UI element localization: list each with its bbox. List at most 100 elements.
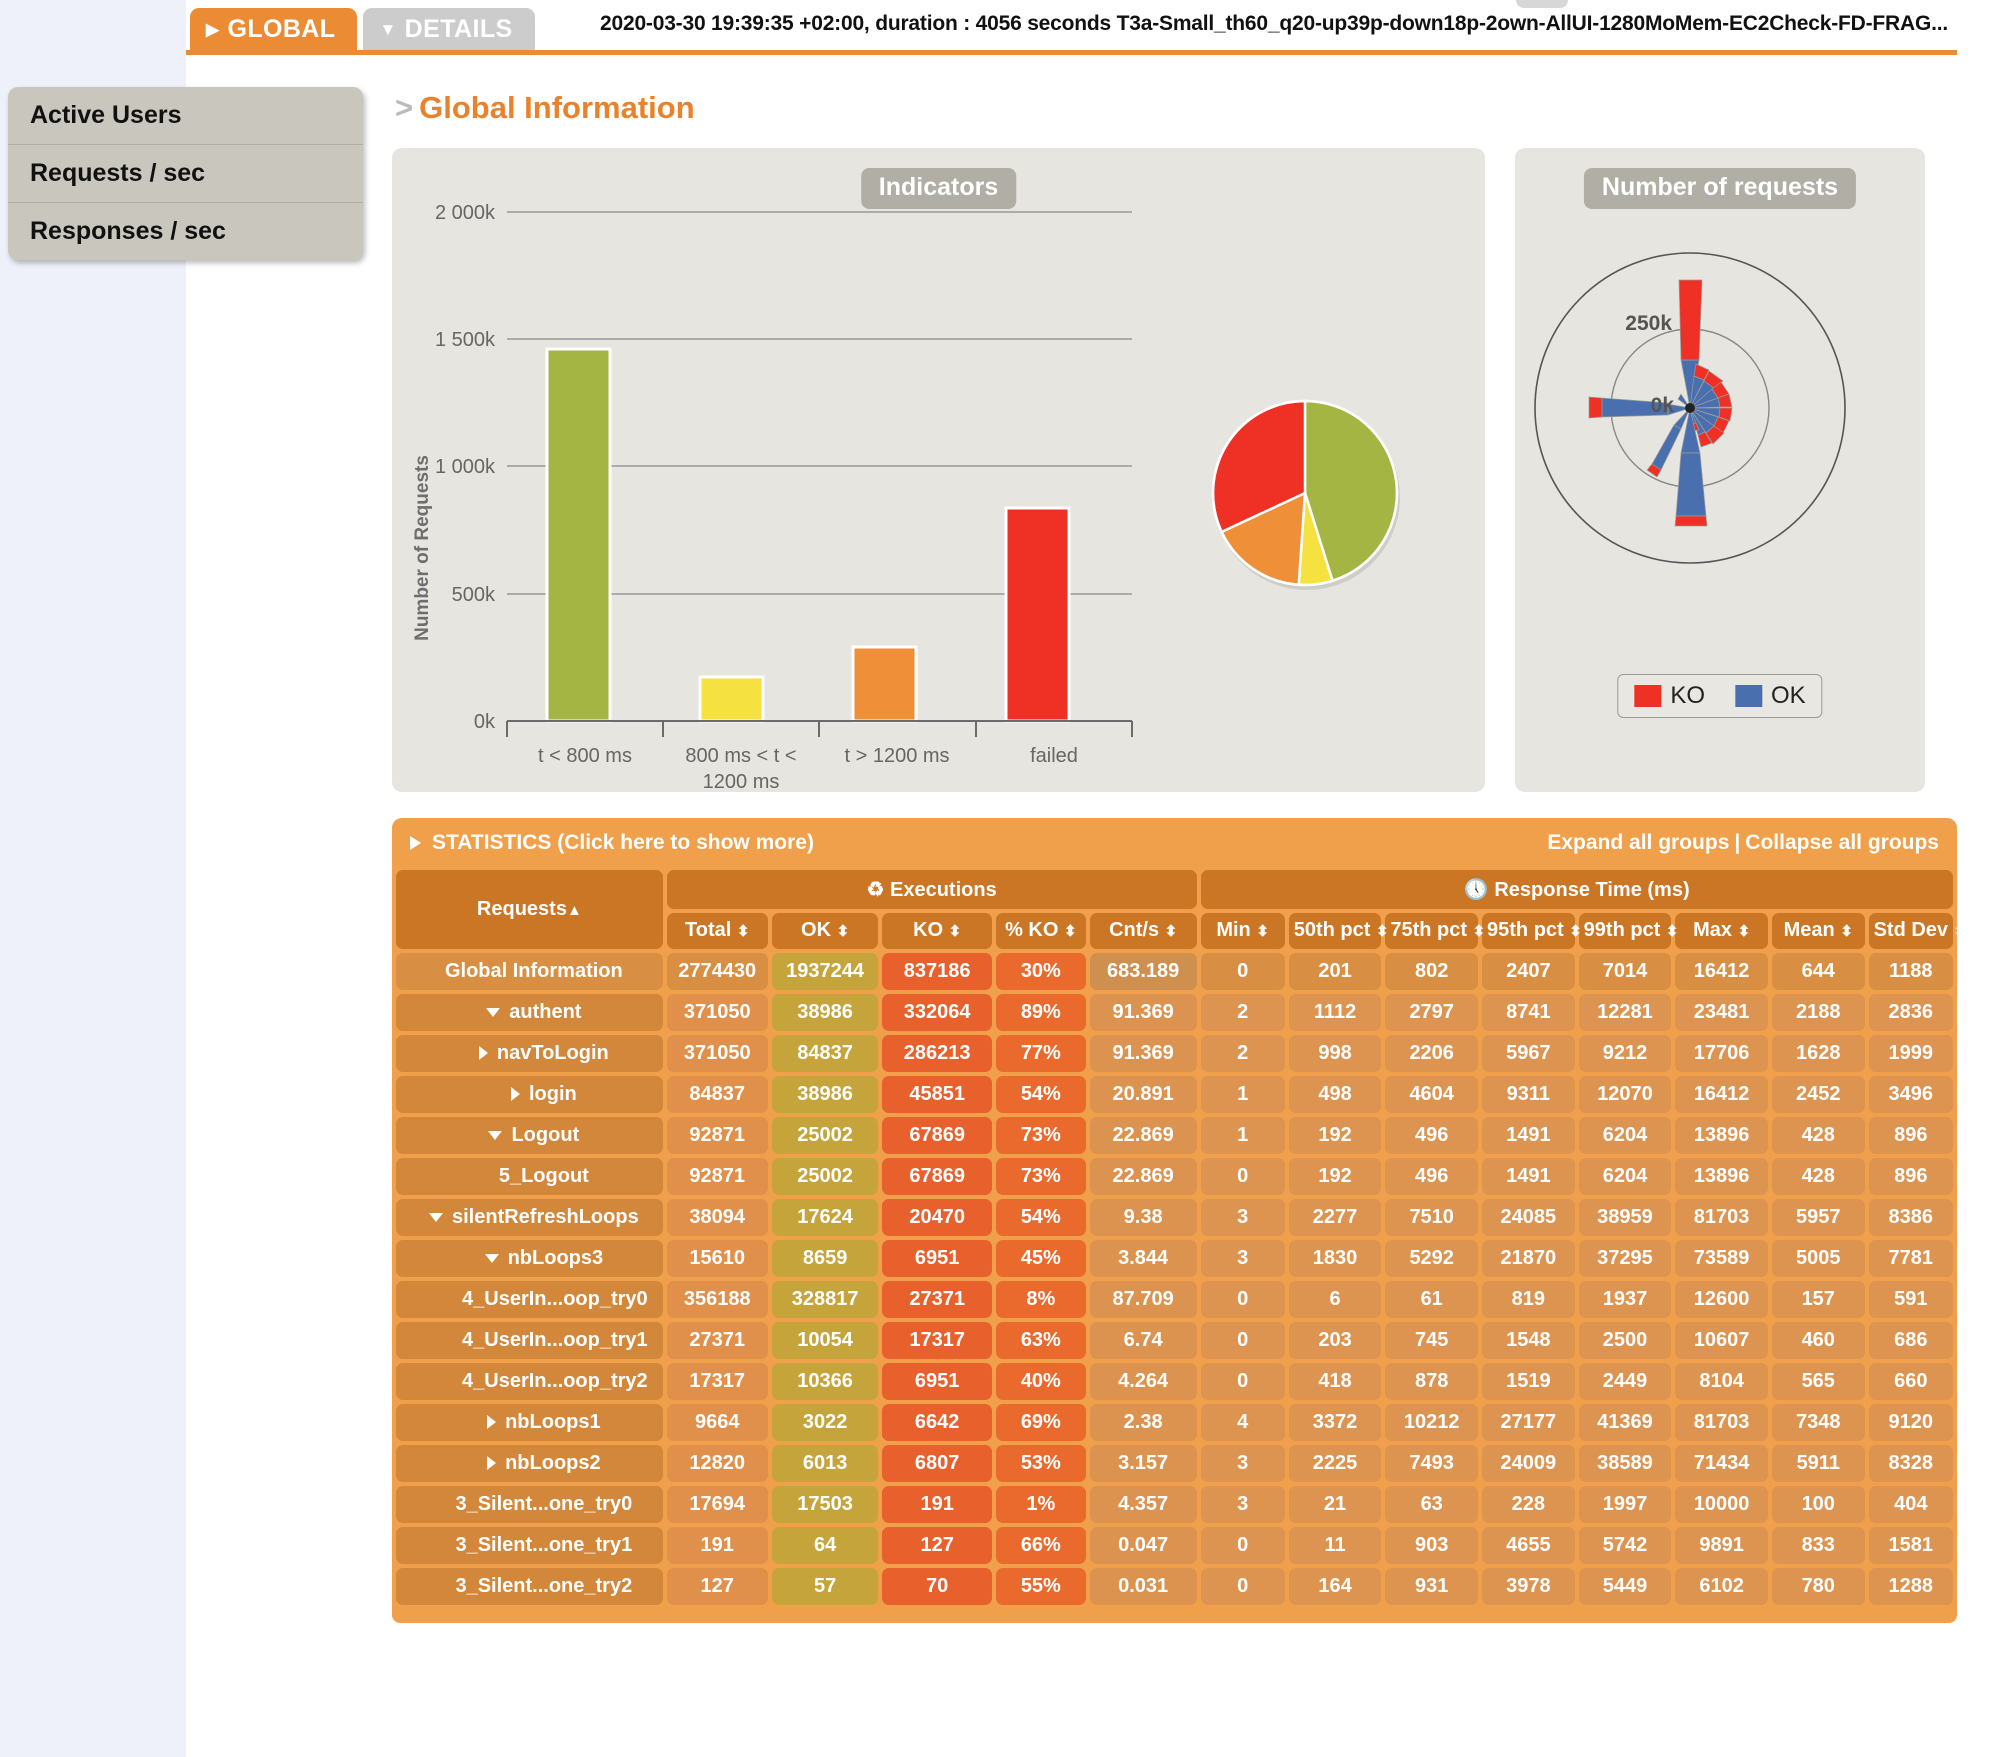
column-cnt-s[interactable]: Cnt/s ⬍: [1089, 913, 1197, 949]
cell-max: 13896: [1675, 1116, 1768, 1154]
table-row[interactable]: 4_UserIn...oop_try2 17317 10366 6951 40% 4.26…: [396, 1362, 1953, 1400]
cell-total: 38094: [666, 1198, 768, 1236]
expand-all-groups-link[interactable]: Expand all groups: [1547, 831, 1729, 854]
cell-mean: 460: [1771, 1321, 1865, 1359]
sort-icon: ⬍: [1375, 923, 1389, 940]
cell-ko: 67869: [882, 1157, 992, 1195]
column-ko-label: KO: [913, 919, 944, 941]
y-axis-label: Number of Requests: [412, 455, 433, 641]
column-std-dev[interactable]: Std Dev ⬍: [1868, 913, 1966, 949]
cell-cnt: 22.869: [1089, 1157, 1197, 1195]
column-total[interactable]: Total ⬍: [666, 913, 768, 949]
table-row[interactable]: login 84837 38986 45851 54% 20.891 1 498 4604 931…: [396, 1075, 1953, 1113]
sidebar-item-responses-per-sec[interactable]: Responses / sec: [8, 202, 363, 260]
table-row[interactable]: navToLogin 371050 84837 286213 77% 91.369 2 998…: [396, 1034, 1953, 1072]
cell-ok: 38986: [771, 993, 879, 1031]
column-p75[interactable]: 75th pct ⬍: [1385, 913, 1485, 949]
column-ko[interactable]: KO ⬍: [882, 913, 992, 949]
row-name-label: 4_UserIn...oop_try2: [462, 1369, 648, 1392]
table-row[interactable]: nbLoops1 9664 3022 6642 69% 2.38 4 3372 10212 271…: [396, 1403, 1953, 1441]
column-ok[interactable]: OK ⬍: [771, 913, 879, 949]
row-name-cell[interactable]: 4_UserIn...oop_try2: [396, 1362, 663, 1400]
row-name-cell[interactable]: 3_Silent...one_try2: [396, 1567, 663, 1605]
row-name-cell[interactable]: navToLogin: [396, 1034, 663, 1072]
row-name-cell[interactable]: 4_UserIn...oop_try1: [396, 1321, 663, 1359]
row-name-cell[interactable]: authent: [396, 993, 663, 1031]
row-name-cell[interactable]: nbLoops1: [396, 1403, 663, 1441]
cell-min: 1: [1200, 1075, 1285, 1113]
triangle-down-icon[interactable]: [429, 1212, 443, 1222]
cell-p75: 903: [1385, 1526, 1479, 1564]
cell-ok: 328817: [771, 1280, 879, 1318]
row-name-cell[interactable]: 5_Logout: [396, 1157, 663, 1195]
row-name-cell[interactable]: 3_Silent...one_try0: [396, 1485, 663, 1523]
cell-ko: 6951: [882, 1239, 992, 1277]
column-p95[interactable]: 95th pct ⬍: [1482, 913, 1582, 949]
row-name-cell[interactable]: login: [396, 1075, 663, 1113]
row-name-cell[interactable]: Global Information: [396, 952, 663, 990]
cell-max: 23481: [1675, 993, 1768, 1031]
x-tick-1b: 1200 ms: [703, 771, 780, 792]
play-caret-icon: ▶: [206, 19, 220, 39]
cell-max: 16412: [1675, 1075, 1768, 1113]
statistics-toggle[interactable]: STATISTICS (Click here to show more): [410, 831, 814, 855]
cell-mean: 2452: [1771, 1075, 1865, 1113]
triangle-down-icon[interactable]: [486, 1007, 501, 1017]
column-requests[interactable]: Requests▲: [396, 870, 663, 949]
triangle-right-icon[interactable]: [487, 1415, 497, 1430]
table-row[interactable]: authent 371050 38986 332064 89% 91.369 2 1112 27…: [396, 993, 1953, 1031]
row-name-cell[interactable]: Logout: [396, 1116, 663, 1154]
column-max[interactable]: Max ⬍: [1675, 913, 1768, 949]
cell-p99: 7014: [1578, 952, 1672, 990]
table-row[interactable]: 4_UserIn...oop_try1 27371 10054 17317 63% 6.7…: [396, 1321, 1953, 1359]
cell-min: 0: [1200, 1157, 1285, 1195]
statistics-header-label: STATISTICS (Click here to show more): [432, 831, 814, 854]
row-name-cell[interactable]: nbLoops2: [396, 1444, 663, 1482]
row-name-cell[interactable]: silentRefreshLoops: [396, 1198, 663, 1236]
table-row[interactable]: Global Information 2774430 1937244 837186 30…: [396, 952, 1953, 990]
sidebar-item-active-users[interactable]: Active Users: [8, 87, 363, 144]
row-name-cell[interactable]: nbLoops3: [396, 1239, 663, 1277]
sidebar-item-requests-per-sec[interactable]: Requests / sec: [8, 144, 363, 202]
cell-p50: 21: [1288, 1485, 1382, 1523]
table-row[interactable]: silentRefreshLoops 38094 17624 20470 54% 9.38…: [396, 1198, 1953, 1236]
tab-details[interactable]: ▼ DETAILS: [363, 8, 535, 50]
table-row[interactable]: 4_UserIn...oop_try0 356188 328817 27371 8% 87…: [396, 1280, 1953, 1318]
tab-details-label: DETAILS: [404, 14, 513, 43]
sort-icon: ⬍: [1164, 923, 1178, 940]
tab-global[interactable]: ▶ GLOBAL: [190, 8, 358, 50]
legend-swatch-ok: [1735, 685, 1762, 707]
column-mean[interactable]: Mean ⬍: [1771, 913, 1865, 949]
table-row[interactable]: 3_Silent...one_try0 17694 17503 191 1% 4.357 3…: [396, 1485, 1953, 1523]
triangle-right-icon[interactable]: [487, 1456, 497, 1471]
table-row[interactable]: Logout 92871 25002 67869 73% 22.869 1 192 496 149…: [396, 1116, 1953, 1154]
sort-asc-icon: ▲: [566, 901, 582, 919]
sort-icon: ⬍: [1569, 923, 1582, 940]
table-row[interactable]: nbLoops3 15610 8659 6951 45% 3.844 3 1830 5292 21…: [396, 1239, 1953, 1277]
row-name-cell[interactable]: 3_Silent...one_try1: [396, 1526, 663, 1564]
table-row[interactable]: 3_Silent...one_try1 191 64 127 66% 0.047 0 11 90…: [396, 1526, 1953, 1564]
table-row[interactable]: 5_Logout 92871 25002 67869 73% 22.869 0 192 496 1…: [396, 1157, 1953, 1195]
column-p99[interactable]: 99th pct ⬍: [1578, 913, 1678, 949]
table-row[interactable]: nbLoops2 12820 6013 6807 53% 3.157 3 2225 7493 24…: [396, 1444, 1953, 1482]
statistics-table: Requests▲ ♻ Executions 🕔 Response Time (…: [392, 866, 1966, 1609]
triangle-right-icon[interactable]: [510, 1087, 520, 1102]
table-row[interactable]: 3_Silent...one_try2 127 57 70 55% 0.031 0 164 93…: [396, 1567, 1953, 1605]
triangle-right-icon[interactable]: [478, 1046, 488, 1061]
cell-mean: 157: [1771, 1280, 1865, 1318]
cell-ko: 17317: [882, 1321, 992, 1359]
cell-p99: 5449: [1578, 1567, 1672, 1605]
triangle-down-icon[interactable]: [484, 1253, 499, 1263]
breadcrumb-arrow-icon: >: [395, 90, 414, 125]
cell-p99: 38959: [1578, 1198, 1672, 1236]
decorative-notch: [1516, 0, 1568, 8]
cell-ok: 10366: [771, 1362, 879, 1400]
row-name-cell[interactable]: 4_UserIn...oop_try0: [396, 1280, 663, 1318]
collapse-all-groups-link[interactable]: Collapse all groups: [1745, 831, 1939, 854]
cell-ok: 38986: [771, 1075, 879, 1113]
column-min[interactable]: Min ⬍: [1200, 913, 1285, 949]
column-pct-ko[interactable]: % KO ⬍: [995, 913, 1086, 949]
column-p50[interactable]: 50th pct ⬍: [1288, 913, 1389, 949]
triangle-down-icon[interactable]: [488, 1130, 503, 1140]
cell-ko: 27371: [882, 1280, 992, 1318]
